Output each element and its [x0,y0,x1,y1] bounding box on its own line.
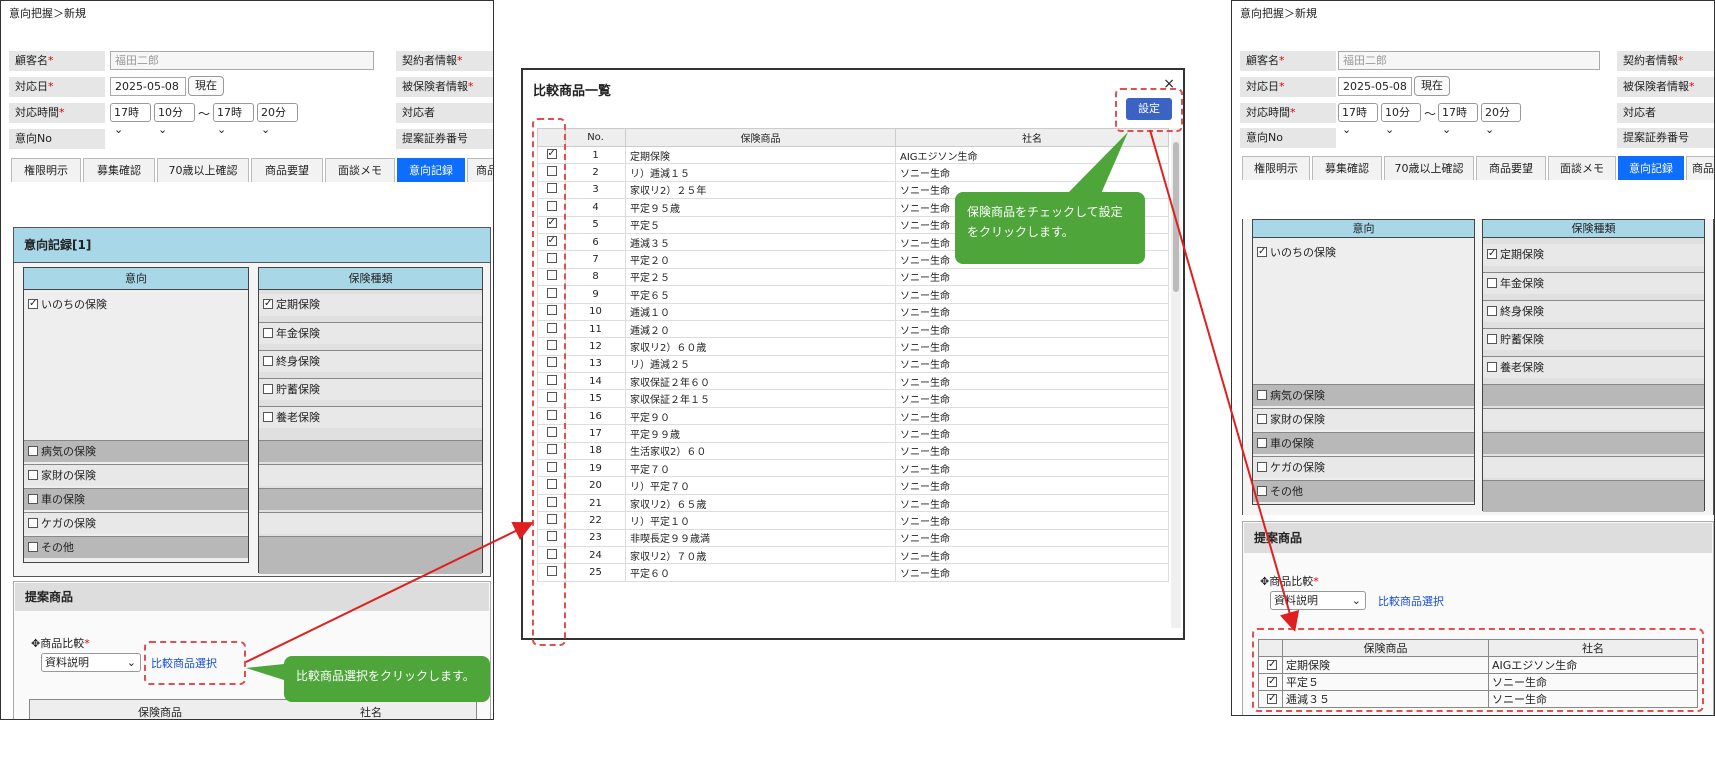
arrow-to-selected-table [1149,129,1300,632]
callout-tail-2 [1065,132,1128,196]
annotation-overlay [245,129,1300,680]
arrow-to-modal [245,521,534,663]
callout-tail-1 [246,664,284,680]
